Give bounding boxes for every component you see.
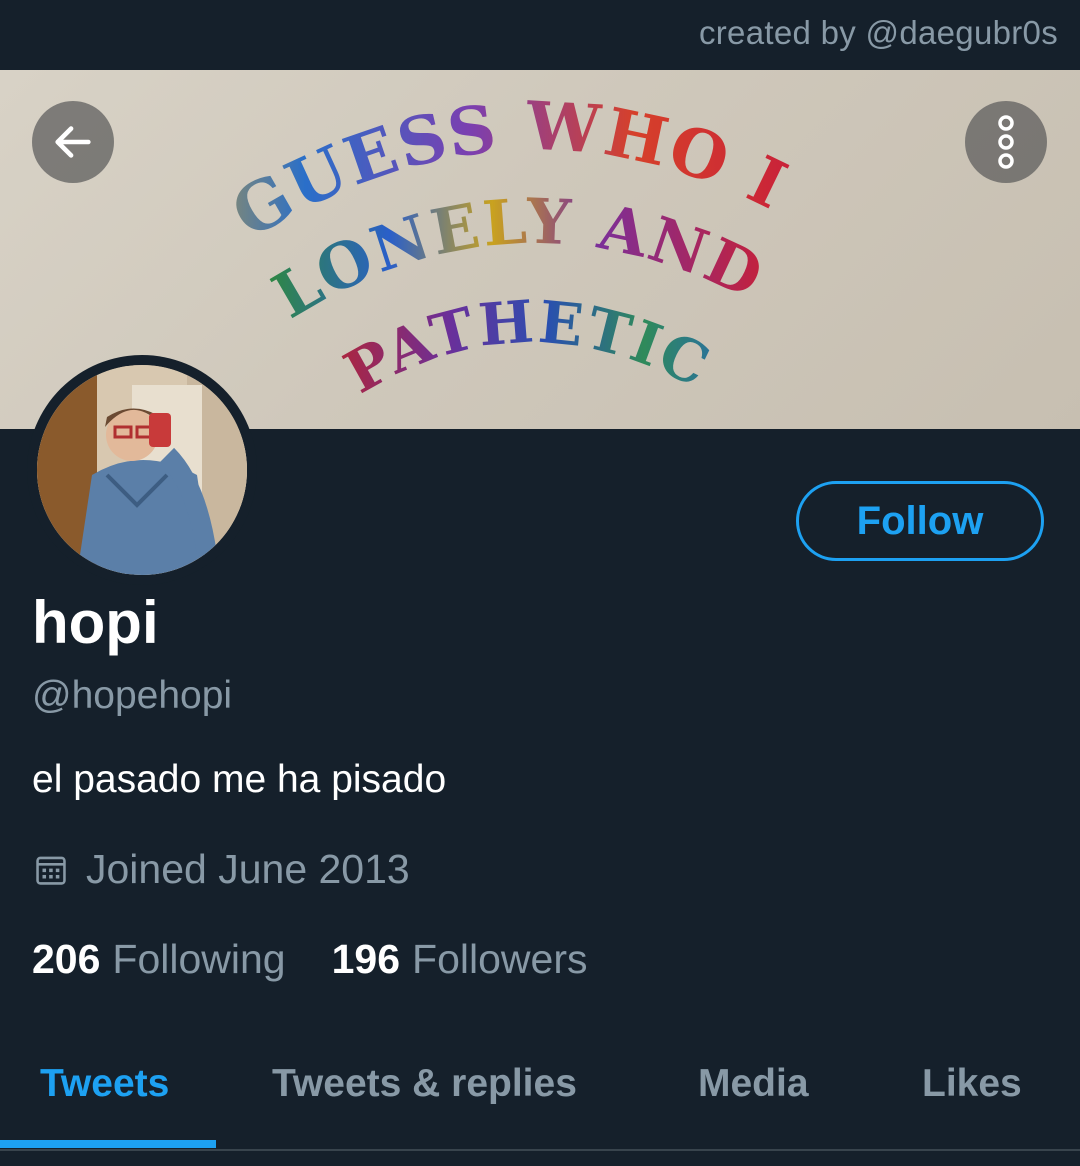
avatar-photo <box>37 365 247 575</box>
joined-date: Joined June 2013 <box>34 846 410 893</box>
creator-credit: created by @daegubr0s <box>698 14 1058 51</box>
user-handle: @hopehopi <box>32 674 233 717</box>
tab-tweets-replies[interactable]: Tweets & replies <box>272 1062 577 1106</box>
follow-button[interactable]: Follow <box>796 481 1044 561</box>
vertical-dots-icon <box>998 115 1014 169</box>
following-label: Following <box>112 936 286 982</box>
tab-likes[interactable]: Likes <box>922 1062 1022 1106</box>
avatar-frame <box>27 355 257 585</box>
calendar-icon <box>36 856 66 885</box>
more-options-button[interactable] <box>965 101 1047 183</box>
following-count: 206 <box>32 936 101 982</box>
user-bio: el pasado me ha pisado <box>32 758 447 801</box>
followers-label: Followers <box>412 936 588 982</box>
banner-line-3: PATHETIC <box>333 287 719 407</box>
active-tab-indicator <box>0 1140 216 1148</box>
joined-text: Joined June 2013 <box>86 846 410 892</box>
arrow-left-icon <box>55 126 91 158</box>
display-name: hopi <box>32 589 159 656</box>
avatar[interactable] <box>37 365 247 575</box>
followers-stat[interactable]: 196 Followers <box>332 936 588 983</box>
tabs-divider <box>0 1149 1080 1151</box>
tab-tweets[interactable]: Tweets <box>40 1062 169 1106</box>
profile-tabs: Tweets Tweets & replies Media Likes <box>0 1040 1080 1150</box>
follow-stats: 206 Following 196 Followers <box>32 936 633 983</box>
top-status-bar: created by @daegubr0s <box>0 0 1080 70</box>
followers-count: 196 <box>331 936 401 982</box>
following-stat[interactable]: 206 Following <box>32 936 286 983</box>
tab-media[interactable]: Media <box>698 1062 809 1106</box>
back-button[interactable] <box>32 101 114 183</box>
svg-text:PATHETIC: PATHETIC <box>333 287 721 407</box>
